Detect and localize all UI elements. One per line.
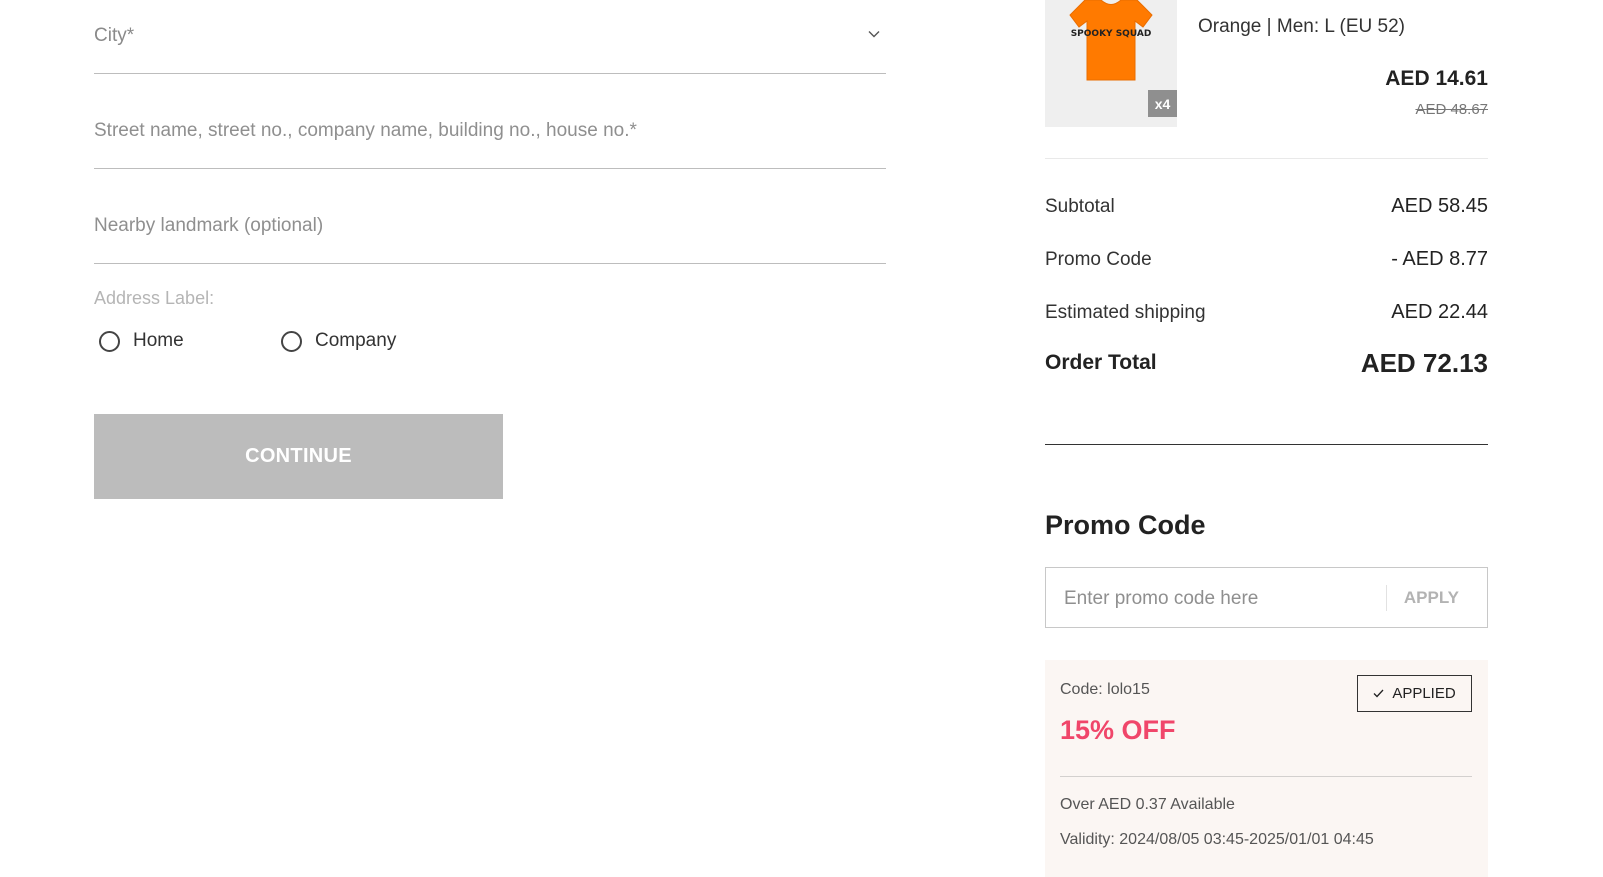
street-field[interactable] (94, 74, 886, 169)
shipping-value: AED 22.44 (1391, 301, 1488, 323)
continue-button[interactable]: CONTINUE (94, 414, 503, 499)
radio-company-label: Company (315, 330, 397, 351)
promo-code-box: APPLY (1045, 567, 1488, 629)
radio-company[interactable]: Company (281, 330, 396, 352)
street-input[interactable] (94, 120, 886, 142)
product-variant: Orange | Men: L (EU 52) (1198, 16, 1405, 37)
promo-code-input[interactable] (1062, 568, 1376, 629)
product-price: AED 14.61 (1385, 67, 1488, 90)
promo-code-label: Promo Code (1045, 249, 1152, 270)
apply-button[interactable]: APPLY (1398, 568, 1465, 627)
check-icon (1373, 689, 1384, 698)
coupon-discount: 15% OFF (1060, 715, 1176, 745)
divider (1045, 158, 1488, 159)
radio-home[interactable]: Home (99, 330, 184, 352)
coupon-validity: Validity: 2024/08/05 03:45-2025/01/01 04… (1060, 831, 1374, 848)
coupon-code: Code: lolo15 (1060, 681, 1150, 698)
quantity-badge: x4 (1148, 90, 1177, 117)
coupon-divider (1060, 776, 1472, 777)
promo-separator (1386, 585, 1387, 611)
product-original-price: AED 48.67 (1415, 101, 1488, 118)
coupon-card: Code: lolo15 15% OFF APPLIED Over AED 0.… (1045, 660, 1488, 877)
applied-label: APPLIED (1392, 685, 1456, 702)
radio-home-label: Home (133, 330, 184, 351)
product-thumbnail[interactable]: SPOOKY SQUAD x4 (1045, 0, 1177, 127)
landmark-field[interactable] (94, 169, 886, 264)
landmark-input[interactable] (94, 215, 886, 237)
radio-circle-icon[interactable] (99, 330, 120, 352)
shipping-label: Estimated shipping (1045, 302, 1206, 323)
order-total-value: AED 72.13 (1360, 348, 1488, 378)
applied-button[interactable]: APPLIED (1357, 675, 1472, 712)
coupon-availability: Over AED 0.37 Available (1060, 796, 1235, 813)
promo-code-value: - AED 8.77 (1391, 248, 1488, 270)
tshirt-print: SPOOKY SQUAD (1071, 29, 1152, 39)
chevron-down-icon (868, 31, 880, 38)
subtotal-label: Subtotal (1045, 196, 1115, 217)
subtotal-value: AED 58.45 (1391, 195, 1488, 217)
city-select[interactable]: City* (94, 0, 886, 74)
order-total-label: Order Total (1045, 351, 1157, 374)
city-placeholder: City* (94, 25, 135, 46)
address-label-heading: Address Label: (94, 288, 215, 308)
radio-circle-icon[interactable] (281, 330, 302, 352)
divider (1045, 444, 1488, 445)
promo-section-title: Promo Code (1045, 510, 1206, 540)
